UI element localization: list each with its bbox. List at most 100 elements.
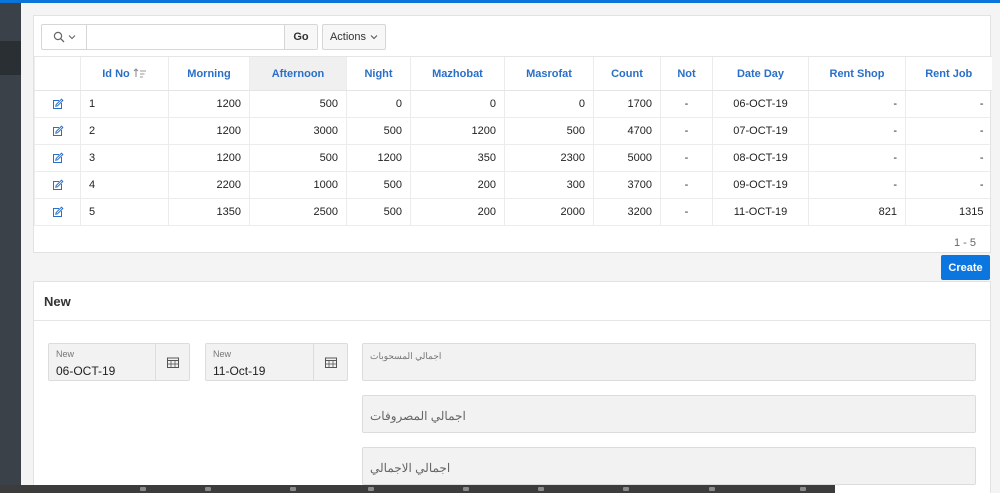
table-cell: - [808, 90, 906, 118]
table-cell: - [808, 144, 906, 172]
table-cell: 1200 [410, 117, 505, 145]
search-icon [53, 31, 64, 43]
table-cell: 2300 [504, 144, 594, 172]
chevron-down-icon [370, 35, 378, 40]
total-withdrawals-field[interactable]: اجمالي المسحوبات [362, 343, 976, 381]
date-from-field[interactable]: New 06-OCT-19 [48, 343, 190, 381]
table-cell: 500 [249, 90, 347, 118]
table-cell: 06-OCT-19 [712, 90, 809, 118]
edit-icon [52, 206, 64, 218]
table-header-row: Id No Morning Afternoon Night Mazhobat M… [34, 56, 992, 91]
table-cell: 500 [346, 117, 411, 145]
column-header-date-day[interactable]: Date Day [712, 56, 809, 91]
table-cell: 4700 [593, 117, 661, 145]
date-to-field[interactable]: New 11-Oct-19 [205, 343, 348, 381]
report-table: Id No Morning Afternoon Night Mazhobat M… [34, 56, 992, 226]
table-cell: 11-OCT-19 [712, 198, 809, 226]
table-cell: 3 [80, 144, 169, 172]
table-cell: 1700 [593, 90, 661, 118]
calendar-icon [324, 357, 337, 368]
sidebar-selected-item[interactable] [0, 41, 21, 75]
edit-icon [52, 179, 64, 191]
field-label: اجمالي الاجمالي [370, 461, 451, 475]
table-cell: 5000 [593, 144, 661, 172]
table-cell: - [660, 171, 713, 199]
edit-icon [52, 98, 64, 110]
table-cell: 500 [504, 117, 594, 145]
column-header-not[interactable]: Not [660, 56, 713, 91]
table-cell: 2500 [249, 198, 347, 226]
sidebar [0, 3, 21, 493]
actions-menu-button[interactable]: Actions [322, 24, 386, 50]
table-cell: 1 [80, 90, 169, 118]
edit-row-button[interactable] [34, 117, 81, 145]
table-cell: 1200 [168, 144, 250, 172]
field-label: New [213, 349, 232, 359]
actions-label: Actions [329, 31, 367, 43]
create-button[interactable]: Create [941, 255, 990, 280]
table-cell: 07-OCT-19 [712, 117, 809, 145]
column-header-night[interactable]: Night [346, 56, 411, 91]
table-cell: 1200 [168, 90, 250, 118]
pagination-range: 1 - 5 [953, 237, 976, 249]
total-expenses-field[interactable]: اجمالي المصروفات [362, 395, 976, 433]
table-cell: 350 [410, 144, 505, 172]
edit-row-button[interactable] [34, 171, 81, 199]
region-title: New [34, 282, 990, 321]
edit-row-button[interactable] [34, 198, 81, 226]
column-header-masrofat[interactable]: Masrofat [504, 56, 594, 91]
table-cell: 1000 [249, 171, 347, 199]
table-cell: 1200 [168, 117, 250, 145]
search-column-toggle[interactable] [42, 25, 87, 49]
edit-icon [52, 125, 64, 137]
table-cell: - [660, 117, 713, 145]
column-header-afternoon[interactable]: Afternoon [249, 56, 347, 91]
grand-total-field[interactable]: اجمالي الاجمالي [362, 447, 976, 485]
column-header-id-no[interactable]: Id No [80, 56, 169, 91]
table-cell: 200 [410, 171, 505, 199]
table-cell: 500 [249, 144, 347, 172]
field-value: 11-Oct-19 [213, 364, 266, 378]
column-header-count[interactable]: Count [593, 56, 661, 91]
table-cell: 3700 [593, 171, 661, 199]
report-toolbar: Go Actions [41, 24, 386, 50]
table-cell: 2 [80, 117, 169, 145]
table-row: 4 2200 1000 500 200 300 3700-09-OCT-19- - [34, 171, 992, 199]
edit-row-button[interactable] [34, 144, 81, 172]
search-input[interactable] [87, 25, 284, 49]
table-cell: 1350 [168, 198, 250, 226]
table-cell: 500 [346, 198, 411, 226]
table-cell: 821 [808, 198, 906, 226]
go-button[interactable]: Go [284, 25, 317, 49]
table-cell: - [660, 144, 713, 172]
table-cell: 3000 [249, 117, 347, 145]
table-cell: 3200 [593, 198, 661, 226]
table-cell: - [660, 90, 713, 118]
field-label: اجمالي المسحوبات [370, 351, 442, 361]
column-header-mazhobat[interactable]: Mazhobat [410, 56, 505, 91]
column-header-rent-job[interactable]: Rent Job [905, 56, 992, 91]
table-cell: 4 [80, 171, 169, 199]
table-cell: 5 [80, 198, 169, 226]
field-label: اجمالي المصروفات [370, 409, 466, 423]
table-row: 5 1350 2500 500 200 2000 3200-11-OCT-19 821 1315 [34, 198, 992, 226]
table-cell: - [905, 144, 992, 172]
search-group: Go [41, 24, 318, 50]
table-cell: - [905, 90, 992, 118]
table-cell: 200 [410, 198, 505, 226]
table-cell: 2200 [168, 171, 250, 199]
main-content: Go Actions Id No Morning Afternoon Night [21, 3, 1000, 493]
edit-row-button[interactable] [34, 90, 81, 118]
calendar-button[interactable] [155, 344, 189, 380]
new-region: New New 06-OCT-19 New 11-Oct-19 اجمالي ا… [33, 281, 991, 493]
column-header-rent-shop[interactable]: Rent Shop [808, 56, 906, 91]
table-cell: 2000 [504, 198, 594, 226]
edit-icon [52, 152, 64, 164]
field-label: New [56, 349, 75, 359]
table-cell: 0 [504, 90, 594, 118]
column-header-edit [34, 56, 81, 91]
table-cell: 09-OCT-19 [712, 171, 809, 199]
column-header-morning[interactable]: Morning [168, 56, 250, 91]
calendar-button[interactable] [313, 344, 347, 380]
table-cell: - [808, 117, 906, 145]
